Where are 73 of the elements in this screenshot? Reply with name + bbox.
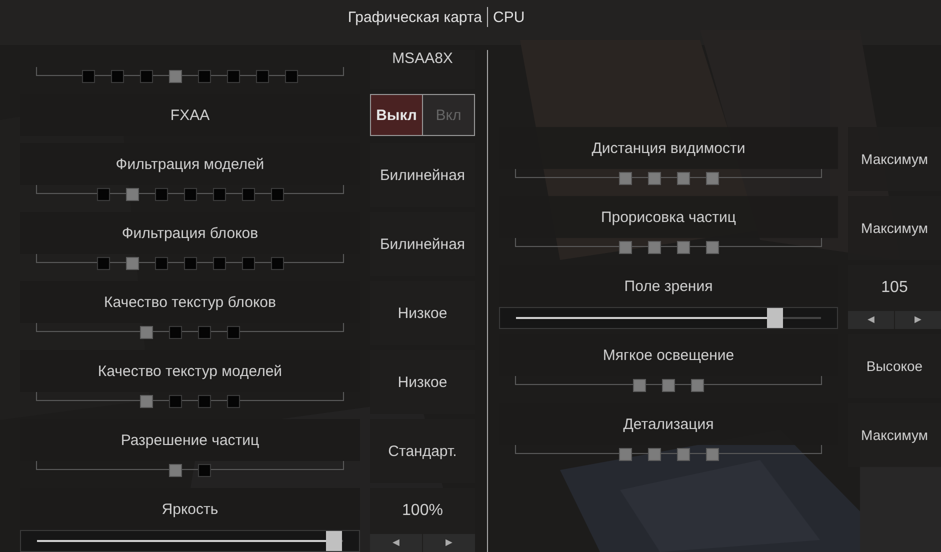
step-square[interactable] (198, 464, 211, 477)
stepper-track[interactable] (515, 445, 822, 463)
setting-value: Стандарт. (388, 442, 457, 460)
setting-value: 100% (402, 501, 443, 521)
setting-value: Низкое (398, 374, 448, 390)
step-square[interactable] (169, 395, 182, 408)
step-square[interactable] (198, 395, 211, 408)
slider-thumb[interactable] (767, 308, 784, 328)
tab-label[interactable]: CPU (493, 8, 941, 26)
step-square[interactable] (227, 395, 240, 408)
step-square[interactable] (706, 448, 718, 461)
step-square[interactable] (676, 172, 690, 185)
step-square[interactable] (242, 257, 254, 270)
toggle-option[interactable]: Выкл (371, 95, 422, 135)
step-square[interactable] (648, 448, 660, 461)
step-square[interactable] (648, 241, 660, 254)
step-square[interactable] (618, 241, 632, 254)
step-square[interactable] (212, 257, 226, 270)
slider[interactable] (20, 530, 360, 552)
step-square[interactable] (676, 448, 690, 461)
step-square[interactable] (96, 257, 110, 270)
step-square[interactable] (618, 448, 632, 461)
step-square[interactable] (82, 70, 95, 83)
arrow-button[interactable]: ▶ (423, 534, 475, 552)
step-square[interactable] (256, 70, 269, 83)
step-square[interactable] (676, 241, 690, 254)
step-square[interactable] (618, 172, 632, 185)
stepper-track[interactable] (515, 238, 822, 256)
setting-value: Высокое (866, 358, 923, 374)
setting-value: 105 (881, 278, 908, 298)
stepper-track[interactable] (36, 392, 344, 410)
step-square[interactable] (184, 257, 196, 270)
step-square[interactable] (242, 188, 254, 201)
step-square[interactable] (285, 70, 298, 83)
step-square[interactable] (111, 70, 124, 83)
stepper-track[interactable] (36, 323, 344, 341)
step-square[interactable] (198, 326, 211, 339)
stepper-track[interactable] (36, 461, 344, 479)
step-square[interactable] (198, 70, 211, 83)
tab-label[interactable]: Графическая карта (348, 8, 482, 26)
toggle-switch[interactable]: Выкл Вкл (370, 94, 475, 136)
setting-value: Низкое (398, 304, 448, 322)
stepper-track[interactable] (36, 185, 344, 203)
arrow-button[interactable]: ▶ (895, 311, 941, 329)
slider[interactable] (499, 307, 838, 329)
setting-value: Максимум (861, 427, 928, 443)
step-square[interactable] (648, 172, 660, 185)
step-square[interactable] (270, 257, 284, 270)
step-square[interactable] (212, 188, 226, 201)
step-square[interactable] (169, 326, 182, 339)
stepper-track[interactable] (36, 254, 344, 272)
stepper-track[interactable] (36, 67, 344, 85)
step-square[interactable] (706, 241, 718, 254)
step-square[interactable] (270, 188, 284, 201)
step-square[interactable] (154, 188, 168, 201)
setting-value: MSAA8X (392, 50, 453, 67)
step-square[interactable] (96, 188, 110, 201)
step-square[interactable] (706, 172, 718, 185)
slider-thumb[interactable] (326, 531, 342, 551)
setting-value: Билинейная (380, 236, 466, 252)
step-square[interactable] (227, 70, 240, 83)
step-square[interactable] (126, 188, 138, 201)
step-square[interactable] (227, 326, 240, 339)
setting-value: Максимум (861, 220, 928, 236)
step-square[interactable] (126, 257, 138, 270)
stepper-track[interactable] (515, 169, 822, 187)
arrow-button[interactable]: ◀ (848, 311, 894, 329)
setting-value: Билинейная (380, 166, 466, 184)
step-square[interactable] (154, 257, 168, 270)
arrow-button[interactable]: ◀ (370, 534, 422, 552)
step-square[interactable] (184, 188, 196, 201)
step-square[interactable] (140, 70, 153, 83)
setting-value: Максимум (861, 151, 928, 167)
